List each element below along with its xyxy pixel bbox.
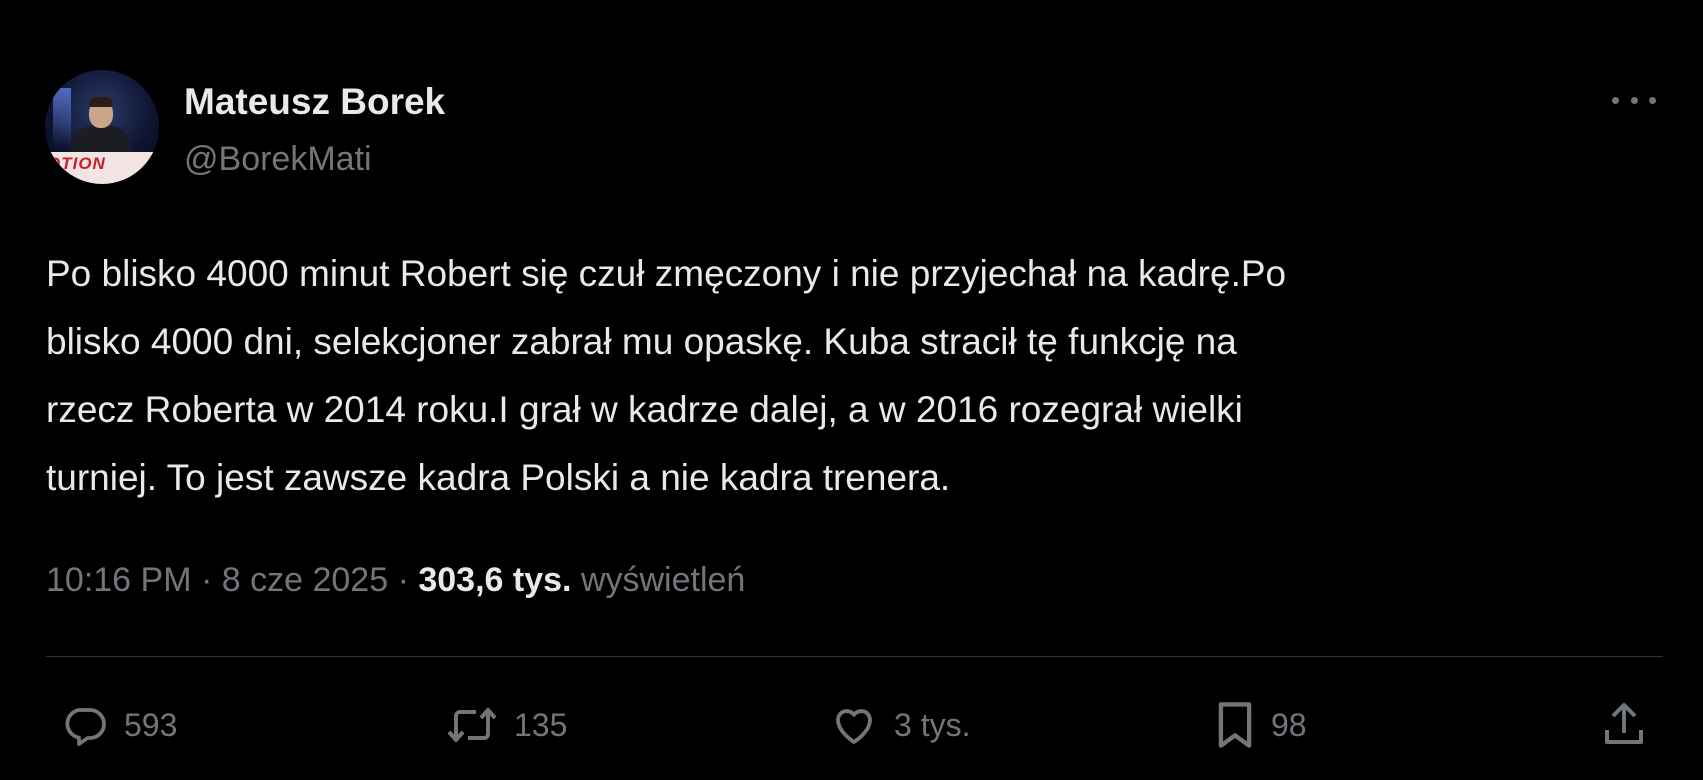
- avatar[interactable]: OTION: [45, 70, 159, 184]
- reply-count: 593: [124, 707, 178, 743]
- divider: [46, 656, 1663, 657]
- tweet-meta: 10:16 PM · 8 cze 2025 · 303,6 tys. wyświ…: [46, 558, 745, 602]
- bookmark-count: 98: [1271, 707, 1307, 743]
- tweet-card: OTION Mateusz Borek @BorekMati Po blisko…: [0, 0, 1703, 780]
- tweet-text-line: Po blisko 4000 minut Robert się czuł zmę…: [46, 253, 1287, 294]
- bookmark-icon: [1218, 702, 1252, 748]
- repost-count: 135: [514, 707, 568, 743]
- repost-icon: [447, 708, 497, 742]
- more-icon[interactable]: [1612, 92, 1656, 108]
- tweet-text-line: blisko 4000 dni, selekcjoner zabrał mu o…: [46, 321, 1237, 362]
- like-count: 3 tys.: [894, 707, 971, 743]
- avatar-person-hair: [89, 97, 113, 107]
- share-icon: [1605, 703, 1643, 744]
- tweet-text-line: rzecz Roberta w 2014 roku.I grał w kadrz…: [46, 389, 1243, 430]
- share-button[interactable]: [1600, 700, 1648, 750]
- heart-icon: [836, 709, 872, 744]
- author-name[interactable]: Mateusz Borek: [184, 80, 445, 124]
- author-handle[interactable]: @BorekMati: [184, 138, 372, 180]
- meta-separator: ·: [200, 561, 213, 599]
- tweet-date[interactable]: 8 cze 2025: [222, 561, 388, 599]
- tweet-time[interactable]: 10:16 PM: [46, 561, 192, 599]
- more-dot: [1612, 96, 1619, 104]
- tweet-text: Po blisko 4000 minut Robert się czuł zmę…: [46, 240, 1656, 512]
- avatar-light: [53, 88, 71, 148]
- meta-separator: ·: [397, 561, 409, 599]
- reply-icon: [65, 708, 106, 746]
- avatar-banner-text: OTION: [47, 154, 106, 173]
- views-label: wyświetleń: [580, 561, 746, 599]
- like-button[interactable]: 3 tys.: [828, 700, 970, 750]
- more-dot: [1630, 96, 1638, 104]
- reply-button[interactable]: 593: [60, 700, 177, 750]
- views-count[interactable]: 303,6 tys.: [418, 561, 571, 599]
- repost-button[interactable]: 135: [444, 700, 567, 750]
- tweet-text-line: turniej. To jest zawsze kadra Polski a n…: [46, 457, 951, 498]
- bookmark-button[interactable]: 98: [1213, 700, 1307, 750]
- more-dot: [1649, 96, 1656, 104]
